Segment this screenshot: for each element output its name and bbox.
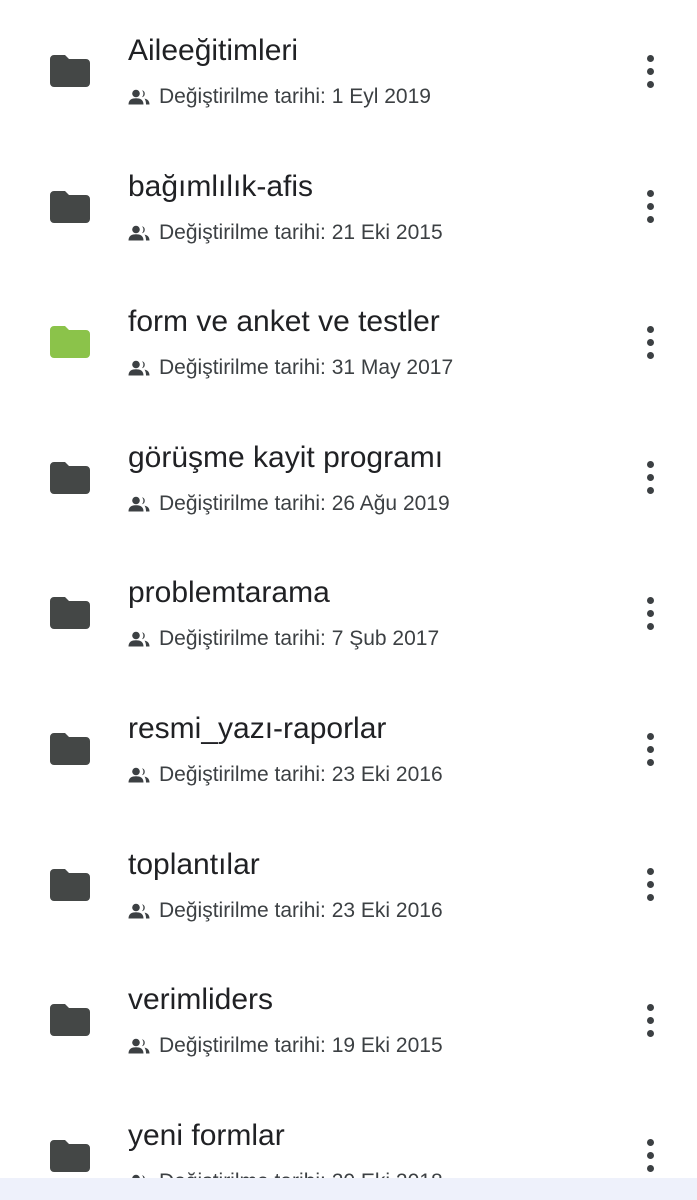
folder-name: problemtarama	[128, 576, 330, 610]
more-vert-icon-dot	[646, 758, 654, 766]
modified-date: Değiştirilme tarihi: 23 Eki 2016	[159, 763, 443, 786]
folder-icon	[50, 597, 90, 630]
folder-icon	[50, 326, 90, 359]
folder-row[interactable]: form ve anket ve testler Değiştirilme ta…	[0, 271, 697, 407]
people-icon	[128, 89, 150, 105]
more-vert-icon-dot	[646, 338, 654, 346]
more-vert-icon-dot	[646, 474, 654, 482]
folder-name: görüşme kayit programı	[128, 440, 444, 474]
people-icon	[128, 903, 150, 919]
more-options-button[interactable]	[630, 726, 670, 772]
people-icon	[128, 767, 150, 783]
more-vert-icon-dot	[646, 351, 654, 359]
people-icon	[128, 225, 150, 241]
more-options-button[interactable]	[630, 455, 670, 501]
more-vert-icon-dot	[646, 881, 654, 889]
file-list: Aileeğitimleri Değiştirilme tarihi: 1 Ey…	[0, 0, 697, 1178]
more-options-button[interactable]	[630, 48, 670, 94]
more-vert-icon-dot	[646, 1165, 654, 1173]
more-vert-icon-dot	[646, 745, 654, 753]
more-vert-icon-dot	[646, 1016, 654, 1024]
folder-meta: Değiştirilme tarihi: 23 Eki 2016	[128, 898, 443, 924]
more-vert-icon	[646, 54, 654, 62]
more-vert-icon-dot	[646, 216, 654, 224]
folder-meta: Değiştirilme tarihi: 19 Eki 2015	[128, 1033, 443, 1059]
folder-row[interactable]: yeni formlar Değiştirilme tarihi: 20 Eki…	[0, 1085, 697, 1178]
folder-meta: Değiştirilme tarihi: 26 Ağu 2019	[128, 491, 450, 517]
folder-row[interactable]: toplantılar Değiştirilme tarihi: 23 Eki …	[0, 814, 697, 950]
folder-meta: Değiştirilme tarihi: 23 Eki 2016	[128, 762, 443, 788]
folder-icon	[50, 1139, 90, 1172]
more-options-button[interactable]	[630, 319, 670, 365]
folder-meta: Değiştirilme tarihi: 1 Eyl 2019	[128, 84, 431, 110]
folder-meta: Değiştirilme tarihi: 20 Eki 2018	[128, 1169, 443, 1178]
folder-row[interactable]: Aileeğitimleri Değiştirilme tarihi: 1 Ey…	[0, 0, 697, 136]
more-vert-icon	[646, 1003, 654, 1011]
more-vert-icon-dot	[646, 894, 654, 902]
more-vert-icon-dot	[646, 203, 654, 211]
folder-icon	[50, 733, 90, 765]
modified-date: Değiştirilme tarihi: 23 Eki 2016	[159, 898, 443, 922]
folder-icon	[50, 55, 90, 87]
more-vert-icon-dot	[646, 1029, 654, 1037]
modified-date: Değiştirilme tarihi: 31 May 2017	[159, 356, 454, 380]
people-icon	[128, 1038, 150, 1054]
more-vert-icon	[646, 868, 654, 876]
more-vert-icon-dot	[646, 609, 654, 617]
modified-date: Değiştirilme tarihi: 21 Eki 2015	[159, 220, 443, 244]
folder-meta: Değiştirilme tarihi: 7 Şub 2017	[128, 626, 439, 652]
bottom-bar	[0, 1178, 697, 1200]
folder-name: form ve anket ve testler	[128, 305, 440, 339]
more-vert-icon-dot	[646, 1152, 654, 1160]
folder-row[interactable]: görüşme kayit programı Değiştirilme tari…	[0, 407, 697, 543]
folder-row[interactable]: verimliders Değiştirilme tarihi: 19 Eki …	[0, 949, 697, 1085]
more-options-button[interactable]	[630, 1133, 670, 1178]
folder-meta: Değiştirilme tarihi: 21 Eki 2015	[128, 220, 443, 246]
more-vert-icon	[646, 732, 654, 740]
folder-icon	[50, 1004, 90, 1037]
folder-name: yeni formlar	[128, 1118, 285, 1152]
modified-date: Değiştirilme tarihi: 26 Ağu 2019	[159, 491, 450, 515]
folder-row[interactable]: bağımlılık-afis Değiştirilme tarihi: 21 …	[0, 136, 697, 272]
more-vert-icon	[646, 596, 654, 604]
folder-name: bağımlılık-afis	[128, 169, 314, 203]
folder-meta: Değiştirilme tarihi: 31 May 2017	[128, 355, 453, 381]
folder-icon	[50, 868, 90, 901]
more-vert-icon-dot	[646, 80, 654, 88]
more-vert-icon-dot	[646, 622, 654, 630]
more-options-button[interactable]	[630, 862, 670, 908]
more-vert-icon	[646, 325, 654, 333]
folder-name: toplantılar	[128, 847, 260, 881]
folder-name: verimliders	[128, 983, 274, 1017]
people-icon	[128, 360, 150, 376]
more-vert-icon	[646, 461, 654, 469]
modified-date: Değiştirilme tarihi: 1 Eyl 2019	[159, 85, 431, 108]
folder-name: resmi_yazı-raporlar	[128, 712, 387, 745]
folder-name: Aileeğitimleri	[128, 34, 299, 67]
more-options-button[interactable]	[630, 590, 670, 636]
folder-row[interactable]: problemtarama Değiştirilme tarihi: 7 Şub…	[0, 542, 697, 678]
modified-date: Değiştirilme tarihi: 7 Şub 2017	[159, 627, 440, 651]
more-options-button[interactable]	[630, 997, 670, 1043]
people-icon	[128, 631, 150, 647]
folder-icon	[50, 190, 90, 223]
more-vert-icon-dot	[646, 67, 654, 75]
more-options-button[interactable]	[630, 184, 670, 230]
modified-date: Değiştirilme tarihi: 19 Eki 2015	[159, 1034, 443, 1058]
people-icon	[128, 496, 150, 512]
modified-date: Değiştirilme tarihi: 20 Eki 2018	[159, 1170, 443, 1178]
more-vert-icon-dot	[646, 487, 654, 495]
more-vert-icon	[646, 190, 654, 198]
more-vert-icon	[646, 1139, 654, 1147]
folder-icon	[50, 461, 90, 494]
folder-row[interactable]: resmi_yazı-raporlar Değiştirilme tarihi:…	[0, 678, 697, 814]
